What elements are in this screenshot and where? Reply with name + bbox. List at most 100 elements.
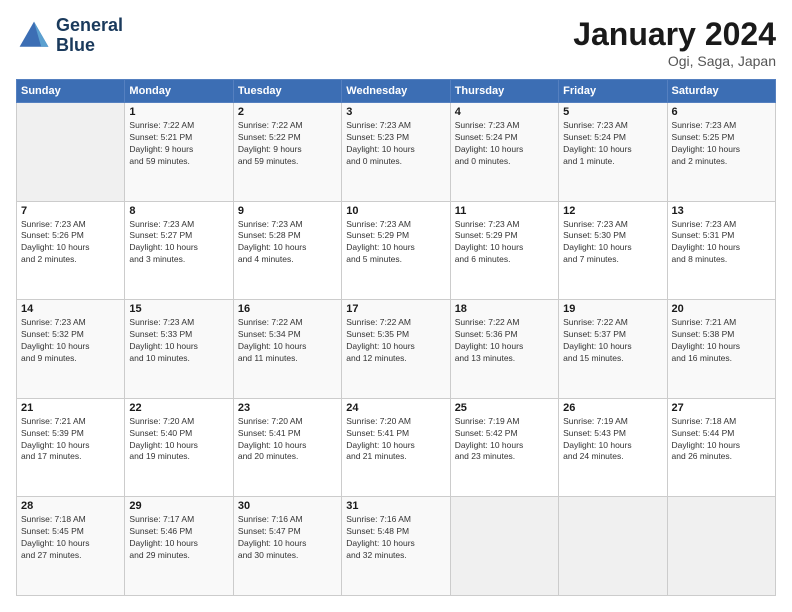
day-info: Sunrise: 7:20 AMSunset: 5:41 PMDaylight:… bbox=[346, 416, 445, 464]
col-friday: Friday bbox=[559, 80, 667, 103]
logo: General Blue bbox=[16, 16, 123, 56]
day-number: 28 bbox=[21, 500, 120, 512]
calendar-cell: 11 Sunrise: 7:23 AMSunset: 5:29 PMDayligh… bbox=[450, 201, 558, 300]
col-monday: Monday bbox=[125, 80, 233, 103]
calendar-cell: 7Sunrise: 7:23 AMSunset: 5:26 PMDaylight… bbox=[17, 201, 125, 300]
calendar-cell: 24Sunrise: 7:20 AMSunset: 5:41 PMDayligh… bbox=[342, 398, 450, 497]
day-number: 21 bbox=[21, 402, 120, 414]
col-wednesday: Wednesday bbox=[342, 80, 450, 103]
day-info: Sunrise: 7:22 AMSunset: 5:21 PMDaylight:… bbox=[129, 120, 228, 168]
calendar-cell bbox=[450, 497, 558, 596]
day-number: 27 bbox=[672, 402, 771, 414]
calendar-cell: 18 Sunrise: 7:22 AMSunset: 5:36 PMDayligh… bbox=[450, 300, 558, 399]
calendar-header-row: Sunday Monday Tuesday Wednesday Thursday… bbox=[17, 80, 776, 103]
calendar-cell: 3 Sunrise: 7:23 AMSunset: 5:23 PMDaylight… bbox=[342, 103, 450, 202]
day-number: 26 bbox=[563, 402, 662, 414]
logo-line1: General bbox=[56, 16, 123, 36]
title-section: January 2024 Ogi, Saga, Japan bbox=[573, 16, 776, 69]
day-number: 17 bbox=[346, 303, 445, 315]
calendar-cell bbox=[17, 103, 125, 202]
logo-line2: Blue bbox=[56, 36, 123, 56]
day-info: Sunrise: 7:19 AMSunset: 5:43 PMDaylight:… bbox=[563, 416, 662, 464]
day-info: Sunrise: 7:22 AMSunset: 5:34 PMDaylight:… bbox=[238, 317, 337, 365]
day-number: 19 bbox=[563, 303, 662, 315]
day-number: 11 bbox=[455, 205, 554, 217]
day-info: Sunrise: 7:22 AMSunset: 5:37 PMDaylight:… bbox=[563, 317, 662, 365]
day-info: Sunrise: 7:18 AMSunset: 5:45 PMDaylight:… bbox=[21, 514, 120, 562]
calendar-cell: 17 Sunrise: 7:22 AMSunset: 5:35 PMDayligh… bbox=[342, 300, 450, 399]
day-number: 14 bbox=[21, 303, 120, 315]
day-info: Sunrise: 7:22 AMSunset: 5:36 PMDaylight:… bbox=[455, 317, 554, 365]
day-number: 16 bbox=[238, 303, 337, 315]
calendar-cell: 15Sunrise: 7:23 AMSunset: 5:33 PMDayligh… bbox=[125, 300, 233, 399]
day-number: 23 bbox=[238, 402, 337, 414]
day-number: 1 bbox=[129, 106, 228, 118]
day-number: 20 bbox=[672, 303, 771, 315]
day-number: 30 bbox=[238, 500, 337, 512]
day-info: Sunrise: 7:23 AMSunset: 5:25 PMDaylight:… bbox=[672, 120, 771, 168]
col-tuesday: Tuesday bbox=[233, 80, 341, 103]
calendar-cell: 30Sunrise: 7:16 AMSunset: 5:47 PMDayligh… bbox=[233, 497, 341, 596]
day-info: Sunrise: 7:20 AMSunset: 5:40 PMDaylight:… bbox=[129, 416, 228, 464]
day-number: 3 bbox=[346, 106, 445, 118]
week-row-4: 21 Sunrise: 7:21 AMSunset: 5:39 PMDayligh… bbox=[17, 398, 776, 497]
day-number: 13 bbox=[672, 205, 771, 217]
header: General Blue January 2024 Ogi, Saga, Jap… bbox=[16, 16, 776, 69]
day-number: 29 bbox=[129, 500, 228, 512]
day-info: Sunrise: 7:21 AMSunset: 5:38 PMDaylight:… bbox=[672, 317, 771, 365]
calendar-cell: 4 Sunrise: 7:23 AMSunset: 5:24 PMDaylight… bbox=[450, 103, 558, 202]
week-row-5: 28 Sunrise: 7:18 AMSunset: 5:45 PMDayligh… bbox=[17, 497, 776, 596]
calendar-cell: 29Sunrise: 7:17 AMSunset: 5:46 PMDayligh… bbox=[125, 497, 233, 596]
calendar-cell: 23Sunrise: 7:20 AMSunset: 5:41 PMDayligh… bbox=[233, 398, 341, 497]
day-number: 8 bbox=[129, 205, 228, 217]
day-info: Sunrise: 7:22 AMSunset: 5:22 PMDaylight:… bbox=[238, 120, 337, 168]
day-info: Sunrise: 7:18 AMSunset: 5:44 PMDaylight:… bbox=[672, 416, 771, 464]
day-number: 15 bbox=[129, 303, 228, 315]
calendar-table: Sunday Monday Tuesday Wednesday Thursday… bbox=[16, 79, 776, 596]
week-row-3: 14Sunrise: 7:23 AMSunset: 5:32 PMDayligh… bbox=[17, 300, 776, 399]
calendar-cell: 27 Sunrise: 7:18 AMSunset: 5:44 PMDayligh… bbox=[667, 398, 775, 497]
day-info: Sunrise: 7:23 AMSunset: 5:24 PMDaylight:… bbox=[455, 120, 554, 168]
col-saturday: Saturday bbox=[667, 80, 775, 103]
day-info: Sunrise: 7:23 AMSunset: 5:27 PMDaylight:… bbox=[129, 219, 228, 267]
calendar-cell: 22Sunrise: 7:20 AMSunset: 5:40 PMDayligh… bbox=[125, 398, 233, 497]
calendar-cell: 16 Sunrise: 7:22 AMSunset: 5:34 PMDayligh… bbox=[233, 300, 341, 399]
day-info: Sunrise: 7:16 AMSunset: 5:48 PMDaylight:… bbox=[346, 514, 445, 562]
day-info: Sunrise: 7:23 AMSunset: 5:28 PMDaylight:… bbox=[238, 219, 337, 267]
day-number: 6 bbox=[672, 106, 771, 118]
calendar-cell: 20 Sunrise: 7:21 AMSunset: 5:38 PMDayligh… bbox=[667, 300, 775, 399]
day-number: 31 bbox=[346, 500, 445, 512]
week-row-1: 1 Sunrise: 7:22 AMSunset: 5:21 PMDaylight… bbox=[17, 103, 776, 202]
logo-icon bbox=[16, 18, 52, 54]
day-info: Sunrise: 7:19 AMSunset: 5:42 PMDaylight:… bbox=[455, 416, 554, 464]
subtitle: Ogi, Saga, Japan bbox=[573, 53, 776, 69]
day-info: Sunrise: 7:21 AMSunset: 5:39 PMDaylight:… bbox=[21, 416, 120, 464]
day-info: Sunrise: 7:23 AMSunset: 5:23 PMDaylight:… bbox=[346, 120, 445, 168]
calendar-cell: 8 Sunrise: 7:23 AMSunset: 5:27 PMDaylight… bbox=[125, 201, 233, 300]
calendar-cell: 19 Sunrise: 7:22 AMSunset: 5:37 PMDayligh… bbox=[559, 300, 667, 399]
day-info: Sunrise: 7:23 AMSunset: 5:29 PMDaylight:… bbox=[455, 219, 554, 267]
calendar-cell bbox=[559, 497, 667, 596]
day-number: 18 bbox=[455, 303, 554, 315]
calendar-cell: 14Sunrise: 7:23 AMSunset: 5:32 PMDayligh… bbox=[17, 300, 125, 399]
calendar-cell: 6 Sunrise: 7:23 AMSunset: 5:25 PMDaylight… bbox=[667, 103, 775, 202]
week-row-2: 7Sunrise: 7:23 AMSunset: 5:26 PMDaylight… bbox=[17, 201, 776, 300]
calendar-cell: 2 Sunrise: 7:22 AMSunset: 5:22 PMDaylight… bbox=[233, 103, 341, 202]
main-title: January 2024 bbox=[573, 16, 776, 53]
day-info: Sunrise: 7:23 AMSunset: 5:26 PMDaylight:… bbox=[21, 219, 120, 267]
day-number: 4 bbox=[455, 106, 554, 118]
calendar-cell: 26 Sunrise: 7:19 AMSunset: 5:43 PMDayligh… bbox=[559, 398, 667, 497]
calendar-cell bbox=[667, 497, 775, 596]
day-info: Sunrise: 7:22 AMSunset: 5:35 PMDaylight:… bbox=[346, 317, 445, 365]
day-number: 2 bbox=[238, 106, 337, 118]
calendar-cell: 28 Sunrise: 7:18 AMSunset: 5:45 PMDayligh… bbox=[17, 497, 125, 596]
calendar-cell: 21 Sunrise: 7:21 AMSunset: 5:39 PMDayligh… bbox=[17, 398, 125, 497]
day-info: Sunrise: 7:23 AMSunset: 5:30 PMDaylight:… bbox=[563, 219, 662, 267]
day-info: Sunrise: 7:23 AMSunset: 5:29 PMDaylight:… bbox=[346, 219, 445, 267]
calendar-cell: 31 Sunrise: 7:16 AMSunset: 5:48 PMDayligh… bbox=[342, 497, 450, 596]
day-number: 5 bbox=[563, 106, 662, 118]
col-sunday: Sunday bbox=[17, 80, 125, 103]
calendar-cell: 25Sunrise: 7:19 AMSunset: 5:42 PMDayligh… bbox=[450, 398, 558, 497]
calendar-cell: 5Sunrise: 7:23 AMSunset: 5:24 PMDaylight… bbox=[559, 103, 667, 202]
calendar-cell: 12Sunrise: 7:23 AMSunset: 5:30 PMDayligh… bbox=[559, 201, 667, 300]
